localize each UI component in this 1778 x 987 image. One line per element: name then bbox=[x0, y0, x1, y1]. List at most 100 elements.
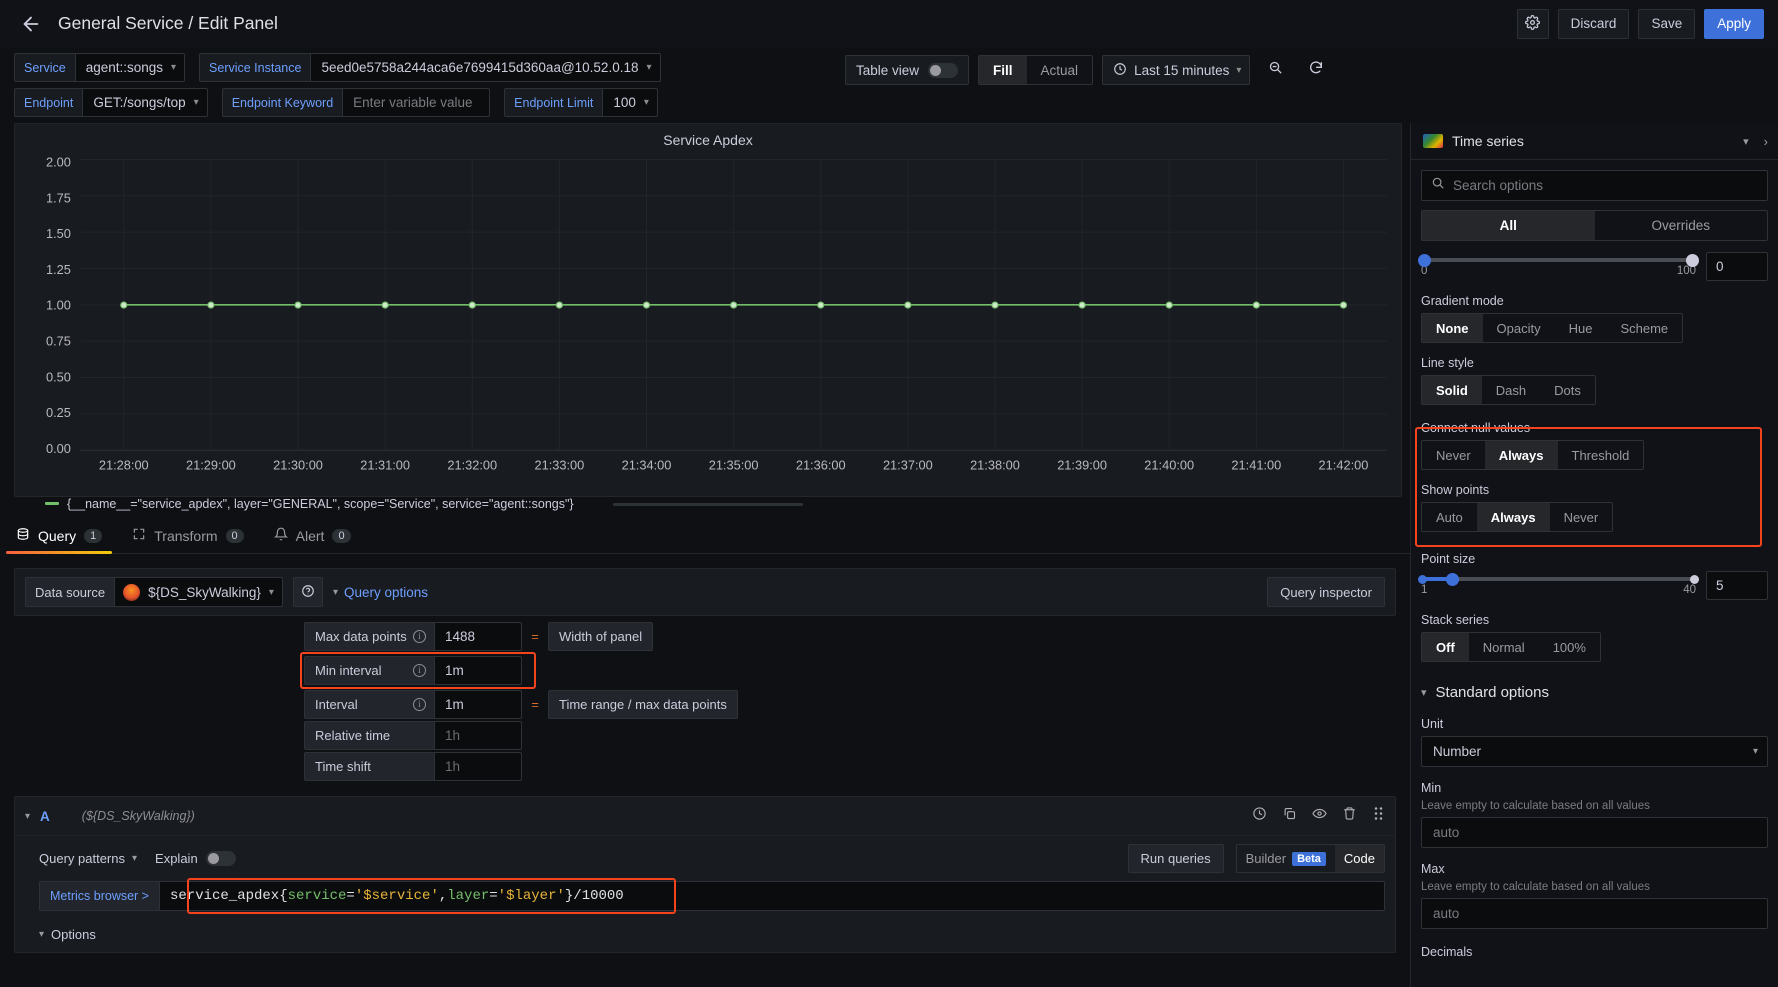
line-style-solid[interactable]: Solid bbox=[1422, 376, 1482, 404]
skywalking-logo-icon bbox=[123, 584, 140, 601]
query-patterns-button[interactable]: Query patterns ▾ bbox=[39, 851, 137, 866]
eye-icon[interactable] bbox=[1312, 806, 1327, 826]
viz-picker-header[interactable]: Time series ▾ › bbox=[1411, 123, 1778, 160]
tab-transform[interactable]: Transform 0 bbox=[130, 519, 245, 553]
code-option[interactable]: Code bbox=[1335, 845, 1384, 872]
min-interval-input[interactable]: 1m bbox=[434, 656, 522, 685]
query-inspector-button[interactable]: Query inspector bbox=[1267, 577, 1385, 607]
stack-series-100[interactable]: 100% bbox=[1539, 633, 1600, 661]
tab-query[interactable]: Query 1 bbox=[14, 519, 104, 553]
time-range-picker[interactable]: Last 15 minutes ▾ bbox=[1102, 55, 1250, 85]
table-view-toggle[interactable]: Table view bbox=[845, 55, 969, 85]
metrics-browser-button[interactable]: Metrics browser > bbox=[39, 881, 159, 911]
save-button[interactable]: Save bbox=[1638, 9, 1695, 39]
variable-endpoint-limit-select[interactable]: 100 ▾ bbox=[602, 88, 658, 117]
chevron-down-icon[interactable]: ▾ bbox=[1743, 135, 1749, 148]
options-scroll-area[interactable]: 0 100 0 Gradient mode None Opacity Hue bbox=[1411, 241, 1778, 987]
variable-service-instance-value: 5eed0e5758a244aca6e7699415d360aa@10.52.0… bbox=[321, 60, 638, 75]
unit-select[interactable]: Number ▾ bbox=[1421, 736, 1768, 767]
tab-overrides[interactable]: Overrides bbox=[1595, 211, 1768, 240]
max-data-points-input[interactable]: 1488 bbox=[434, 622, 522, 651]
slider-knob-value[interactable] bbox=[1446, 573, 1459, 586]
search-options-field[interactable] bbox=[1421, 170, 1768, 201]
info-icon[interactable]: i bbox=[413, 664, 426, 677]
slider-knob-end[interactable] bbox=[1690, 575, 1699, 584]
panel-resize-handle[interactable] bbox=[613, 503, 803, 506]
max-input[interactable]: auto bbox=[1421, 898, 1768, 929]
promql-expression-input[interactable]: service_apdex{service='$service', layer=… bbox=[159, 881, 1385, 911]
fill-actual-segmented: Fill Actual bbox=[978, 55, 1093, 85]
time-shift-input[interactable]: 1h bbox=[434, 752, 522, 781]
apply-button[interactable]: Apply bbox=[1704, 9, 1764, 39]
tab-alert-label: Alert bbox=[296, 528, 325, 544]
svg-text:1.25: 1.25 bbox=[46, 262, 71, 277]
show-points-auto[interactable]: Auto bbox=[1422, 503, 1477, 531]
show-points-always[interactable]: Always bbox=[1477, 503, 1550, 531]
gradient-mode-hue[interactable]: Hue bbox=[1555, 314, 1607, 342]
actual-option[interactable]: Actual bbox=[1027, 56, 1093, 84]
variable-service-instance-select[interactable]: 5eed0e5758a244aca6e7699415d360aa@10.52.0… bbox=[310, 53, 660, 82]
point-size-slider[interactable]: 1 40 bbox=[1421, 571, 1696, 596]
min-input[interactable]: auto bbox=[1421, 817, 1768, 848]
stack-series-off[interactable]: Off bbox=[1422, 633, 1469, 661]
fill-opacity-min: 0 bbox=[1421, 265, 1427, 277]
gradient-mode-none[interactable]: None bbox=[1422, 314, 1483, 342]
query-options-collapse[interactable]: ▾ Options bbox=[15, 919, 1395, 952]
svg-text:2.00: 2.00 bbox=[46, 154, 71, 169]
zoom-out-icon bbox=[1268, 60, 1283, 80]
refresh-button[interactable] bbox=[1300, 55, 1332, 85]
search-options-input[interactable] bbox=[1453, 178, 1758, 193]
trash-icon[interactable] bbox=[1342, 806, 1357, 826]
fill-opacity-slider[interactable]: 0 100 bbox=[1421, 252, 1696, 277]
explain-switch[interactable] bbox=[206, 851, 236, 866]
gradient-mode-opacity[interactable]: Opacity bbox=[1483, 314, 1555, 342]
builder-option[interactable]: Builder Beta bbox=[1237, 845, 1335, 872]
datasource-picker-group: Data source ${DS_SkyWalking} ▾ bbox=[25, 577, 283, 607]
tab-alert[interactable]: Alert 0 bbox=[272, 519, 353, 553]
discard-button[interactable]: Discard bbox=[1558, 9, 1630, 39]
chart-body[interactable]: 0.000.250.500.751.001.251.501.752.0021:2… bbox=[15, 150, 1401, 493]
query-ref-id[interactable]: A bbox=[40, 809, 50, 824]
tab-all[interactable]: All bbox=[1422, 211, 1595, 240]
variable-endpoint-select[interactable]: GET:/songs/top ▾ bbox=[82, 88, 207, 117]
datasource-picker[interactable]: ${DS_SkyWalking} ▾ bbox=[114, 577, 283, 607]
zoom-out-button[interactable] bbox=[1259, 55, 1291, 85]
datasource-help-button[interactable] bbox=[293, 577, 323, 607]
line-style-dash[interactable]: Dash bbox=[1482, 376, 1540, 404]
slider-knob-start[interactable] bbox=[1418, 575, 1427, 584]
info-icon[interactable]: i bbox=[413, 698, 426, 711]
fill-option[interactable]: Fill bbox=[979, 56, 1027, 84]
gradient-mode-scheme[interactable]: Scheme bbox=[1606, 314, 1682, 342]
query-options-toggle[interactable]: ▾ Query options bbox=[333, 585, 428, 600]
info-icon[interactable]: i bbox=[413, 630, 426, 643]
point-size-value[interactable]: 5 bbox=[1706, 571, 1768, 600]
duplicate-icon[interactable] bbox=[1282, 806, 1297, 826]
stack-series-normal[interactable]: Normal bbox=[1469, 633, 1539, 661]
query-option-time-shift: Time shift 1h bbox=[304, 752, 1396, 781]
relative-time-label-wrap: Relative time bbox=[304, 721, 434, 750]
connect-null-always[interactable]: Always bbox=[1485, 441, 1558, 469]
connect-null-threshold[interactable]: Threshold bbox=[1558, 441, 1644, 469]
chevron-down-icon[interactable]: ▾ bbox=[25, 811, 30, 822]
drag-handle-icon[interactable] bbox=[1372, 806, 1385, 826]
back-arrow-icon[interactable] bbox=[18, 11, 44, 37]
variable-service-select[interactable]: agent::songs ▾ bbox=[75, 53, 185, 82]
relative-time-input[interactable]: 1h bbox=[434, 721, 522, 750]
explain-toggle[interactable]: Explain bbox=[155, 851, 236, 866]
table-view-switch[interactable] bbox=[928, 63, 958, 78]
standard-options-section-header[interactable]: ▾ Standard options bbox=[1421, 684, 1768, 703]
collapse-sidebar-icon[interactable]: › bbox=[1758, 134, 1768, 149]
connect-null-never[interactable]: Never bbox=[1422, 441, 1485, 469]
variable-endpoint-keyword-input[interactable]: Enter variable value bbox=[342, 88, 490, 117]
max-data-points-label-wrap: Max data points i bbox=[304, 622, 434, 651]
slider-knob-start[interactable] bbox=[1418, 254, 1431, 267]
show-points-never[interactable]: Never bbox=[1550, 503, 1613, 531]
line-style-dots[interactable]: Dots bbox=[1540, 376, 1595, 404]
run-queries-button[interactable]: Run queries bbox=[1128, 844, 1224, 873]
history-icon[interactable] bbox=[1252, 806, 1267, 826]
refresh-icon bbox=[1308, 60, 1324, 81]
left-column: Service Apdex 0.000.250.500.751.001.251.… bbox=[0, 123, 1410, 987]
panel-settings-button[interactable] bbox=[1517, 9, 1549, 39]
fill-opacity-value[interactable]: 0 bbox=[1706, 252, 1768, 281]
slider-knob-end[interactable] bbox=[1686, 254, 1699, 267]
